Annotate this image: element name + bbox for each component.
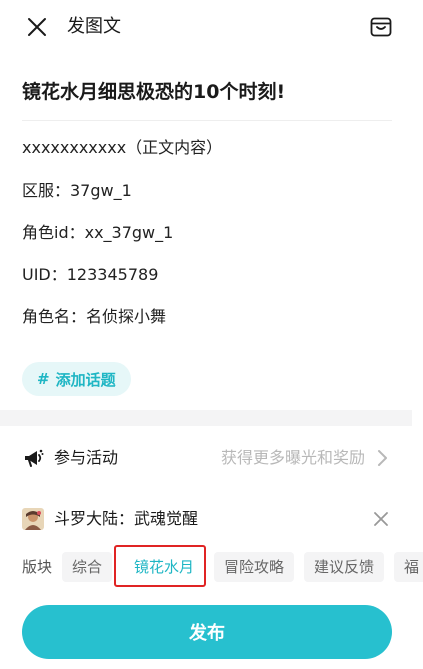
title-divider [22, 120, 392, 121]
publish-button[interactable]: 发布 [22, 605, 392, 659]
megaphone-icon [25, 449, 44, 467]
close-icon [374, 512, 388, 526]
body-line[interactable]: 角色名：名侦探小舞 [22, 306, 166, 328]
add-topic-label: 添加话题 [55, 370, 116, 389]
activity-label: 参与活动 [54, 448, 119, 467]
join-activity-row[interactable]: 参与活动 获得更多曝光和奖励 [0, 436, 423, 480]
section-tab-feedback[interactable]: 建议反馈 [304, 552, 385, 582]
close-icon [28, 18, 46, 36]
game-row: 斗罗大陆：武魂觉醒 [0, 500, 423, 540]
body-line[interactable]: xxxxxxxxxxx（正文内容） [22, 137, 222, 159]
game-name: 斗罗大陆：武魂觉醒 [54, 509, 199, 528]
draft-box-button[interactable] [367, 13, 395, 41]
section-divider [0, 410, 412, 426]
section-tab-selected[interactable]: 镜花水月 [124, 552, 205, 582]
section-label: 版块 [22, 558, 53, 576]
chevron-right-icon [378, 450, 387, 466]
section-tab-guides[interactable]: 冒险攻略 [214, 552, 295, 582]
section-tab-more[interactable]: 福 [394, 552, 423, 582]
draft-box-icon [370, 17, 392, 37]
game-avatar [22, 508, 44, 530]
activity-hint: 获得更多曝光和奖励 [220, 448, 365, 467]
body-line[interactable]: 区服：37gw_1 [22, 180, 132, 202]
remove-game-button[interactable] [371, 509, 391, 529]
top-bar: 发图文 [0, 0, 423, 54]
section-tab-general[interactable]: 综合 [62, 552, 113, 582]
page-title: 发图文 [67, 16, 121, 37]
section-tabs: 综合 镜花水月 冒险攻略 建议反馈 福 [62, 548, 423, 586]
hash-icon: # [37, 370, 50, 388]
body-line[interactable]: 角色id：xx_37gw_1 [22, 222, 173, 244]
close-button[interactable] [22, 12, 52, 42]
body-line[interactable]: UID：123345789 [22, 264, 158, 286]
add-topic-button[interactable]: # 添加话题 [22, 362, 131, 396]
post-title-input[interactable]: 镜花水月细思极恐的10个时刻! [22, 80, 402, 104]
